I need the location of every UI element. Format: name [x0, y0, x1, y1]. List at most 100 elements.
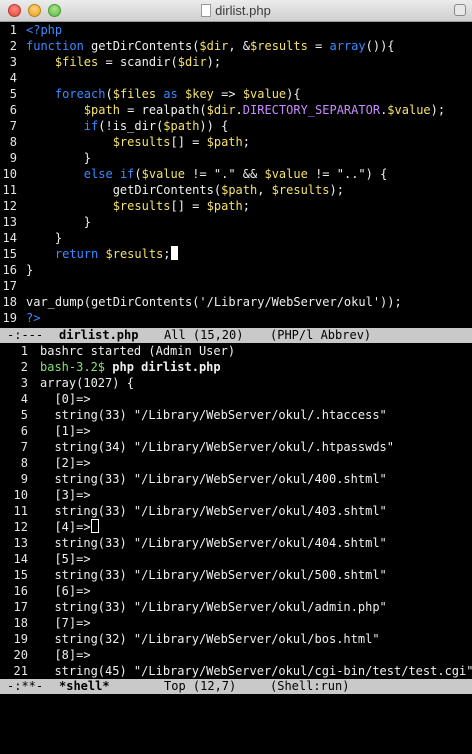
shell-line-text: string(33) "/Library/WebServer/okul/400.…: [40, 472, 387, 486]
window-titlebar: dirlist.php: [0, 0, 472, 22]
line-number: 7: [9, 119, 17, 133]
shell-line: 18 [7]=>: [0, 615, 472, 631]
editor-line-text: if(!is_dir($path)) {: [83, 119, 229, 133]
line-number: 18: [2, 295, 17, 309]
line-number: 13: [2, 215, 17, 229]
line-number: 5: [9, 87, 17, 101]
shell-line-text: [2]=>: [40, 456, 91, 470]
line-number: 19: [2, 311, 17, 325]
shell-line: 4 [0]=>: [0, 391, 472, 407]
editor-line-text: function getDirContents($dir, &$results …: [26, 39, 395, 53]
shell-line: 9 string(33) "/Library/WebServer/okul/40…: [0, 471, 472, 487]
shell-line: 3 array(1027) {: [0, 375, 472, 391]
editor-line: 14 }: [0, 230, 472, 246]
shell-line-text: string(34) "/Library/WebServer/okul/.htp…: [40, 440, 395, 454]
shell-line: 5 string(33) "/Library/WebServer/okul/.h…: [0, 407, 472, 423]
line-number: 12: [13, 520, 28, 534]
line-number: 16: [2, 263, 17, 277]
shell-line: 20 [8]=>: [0, 647, 472, 663]
shell-line: 8 [2]=>: [0, 455, 472, 471]
editor-line-text: var_dump(getDirContents('/Library/WebSer…: [26, 295, 402, 309]
editor-line-text: return $results;: [26, 246, 178, 262]
shell-line: 1 bashrc started (Admin User): [0, 343, 472, 359]
line-number: 11: [2, 183, 17, 197]
line-number: 6: [20, 424, 28, 438]
editor-line-text: else if($value != "." && $value != "..")…: [83, 167, 388, 181]
editor-line-text: <?php: [26, 23, 63, 37]
text-cursor: [90, 519, 99, 533]
line-number: 2: [9, 39, 17, 53]
editor-line-text: foreach($files as $key => $value){: [54, 87, 301, 101]
editor-pane[interactable]: 1 <?php 2 function getDirContents($dir, &$r…: [0, 22, 472, 328]
line-number: 3: [9, 55, 17, 69]
shell-line-text: [7]=>: [40, 616, 91, 630]
shell-line: 2 bash-3.2$ php dirlist.php: [0, 359, 472, 375]
shell-line-text: [8]=>: [40, 648, 91, 662]
shell-modeline-buffer: *shell*: [59, 679, 110, 693]
line-number: 8: [9, 135, 17, 149]
editor-line: 15 return $results;: [0, 246, 472, 262]
shell-pane[interactable]: 1 bashrc started (Admin User) 2 bash-3.2$ p…: [0, 343, 472, 679]
editor-line: 8 $results[] = $path;: [0, 134, 472, 150]
line-number: 14: [2, 231, 17, 245]
shell-line-text: string(33) "/Library/WebServer/okul/404.…: [40, 536, 387, 550]
shell-line-text: [4]=>: [40, 519, 99, 535]
shell-line-text: string(32) "/Library/WebServer/okul/bos.…: [40, 632, 380, 646]
line-number: 2: [20, 360, 28, 374]
shell-line: 14 [5]=>: [0, 551, 472, 567]
editor-line: 11 getDirContents($path, $results);: [0, 182, 472, 198]
toolbar-toggle-icon[interactable]: [454, 4, 466, 16]
editor-line-text: }: [26, 263, 34, 277]
line-number: 6: [9, 103, 17, 117]
line-number: 4: [9, 71, 17, 85]
shell-line-text: string(33) "/Library/WebServer/okul/500.…: [40, 568, 387, 582]
editor-modeline-mode: (PHP/l Abbrev): [270, 328, 372, 342]
document-icon: [201, 4, 212, 17]
editor-line-text: $results[] = $path;: [112, 199, 250, 213]
editor-line: 1 <?php: [0, 22, 472, 38]
editor-modeline: -:--- dirlist.php All (15,20) (PHP/l Abb…: [0, 328, 472, 343]
shell-line-text: [5]=>: [40, 552, 91, 566]
line-number: 10: [13, 488, 28, 502]
editor-line-text: $path = realpath($dir.DIRECTORY_SEPARATO…: [83, 103, 446, 117]
editor-line-text: }: [26, 151, 92, 165]
minibuffer[interactable]: [0, 694, 472, 714]
line-number: 14: [13, 552, 28, 566]
shell-line-text: [1]=>: [40, 424, 91, 438]
shell-line-text: string(45) "/Library/WebServer/okul/cgi-…: [40, 664, 472, 678]
line-number: 18: [13, 616, 28, 630]
editor-modeline-position: All (15,20): [164, 328, 244, 342]
editor-line: 17: [0, 278, 472, 294]
shell-line-text: bashrc started (Admin User): [40, 344, 236, 358]
shell-line: 7 string(34) "/Library/WebServer/okul/.h…: [0, 439, 472, 455]
line-number: 9: [20, 472, 28, 486]
shell-line: 17 string(33) "/Library/WebServer/okul/a…: [0, 599, 472, 615]
line-number: 8: [20, 456, 28, 470]
editor-line-text: $files = scandir($dir);: [54, 55, 222, 69]
editor-line-text: getDirContents($path, $results);: [112, 183, 344, 197]
editor-modeline-buffer: dirlist.php: [59, 328, 139, 342]
shell-modeline-mode: (Shell:run): [270, 679, 350, 693]
editor-line: 18 var_dump(getDirContents('/Library/WebS…: [0, 294, 472, 310]
editor-line-text: ?>: [26, 311, 41, 325]
editor-line: 6 $path = realpath($dir.DIRECTORY_SEPARA…: [0, 102, 472, 118]
shell-line-text: bash-3.2$ php dirlist.php: [40, 360, 221, 374]
editor-line-text: }: [26, 231, 63, 245]
text-cursor: [170, 246, 178, 260]
editor-line: 2 function getDirContents($dir, &$results…: [0, 38, 472, 54]
line-number: 7: [20, 440, 28, 454]
editor-line: 5 foreach($files as $key => $value){: [0, 86, 472, 102]
shell-line-text: array(1027) {: [40, 376, 134, 390]
line-number: 16: [13, 584, 28, 598]
shell-line: 6 [1]=>: [0, 423, 472, 439]
editor-line: 12 $results[] = $path;: [0, 198, 472, 214]
editor-line: 19 ?>: [0, 310, 472, 326]
shell-line: 16 [6]=>: [0, 583, 472, 599]
line-number: 10: [2, 167, 17, 181]
window-title-text: dirlist.php: [215, 3, 271, 18]
shell-line: 12 [4]=>: [0, 519, 472, 535]
line-number: 13: [13, 536, 28, 550]
line-number: 17: [13, 600, 28, 614]
line-number: 17: [2, 279, 17, 293]
line-number: 21: [13, 664, 28, 678]
